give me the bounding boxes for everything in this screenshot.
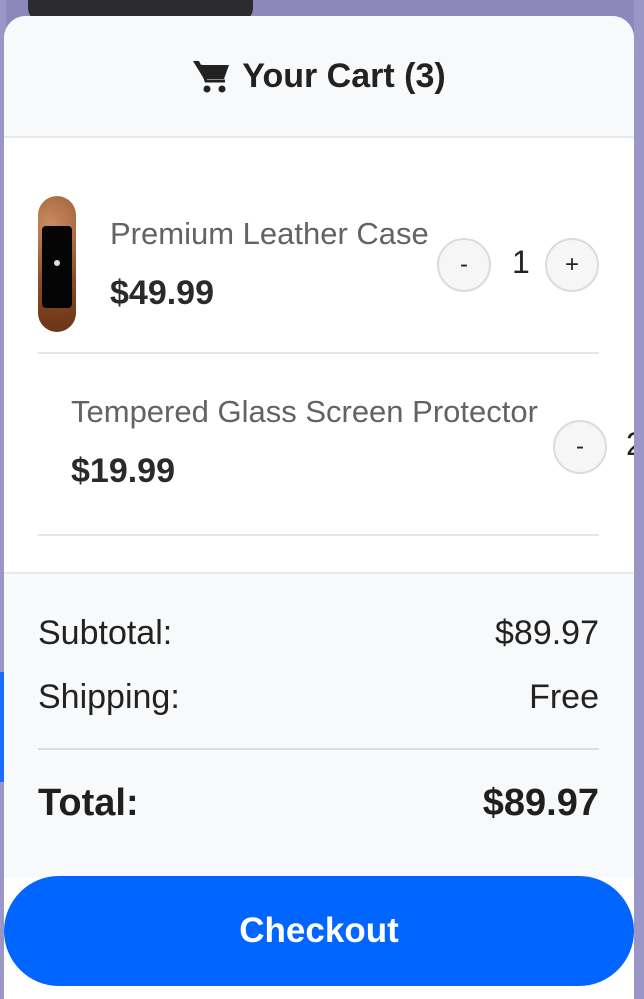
- backdrop-right-edge: [634, 0, 644, 999]
- cart-item: Tempered Glass Screen Protector $19.99 -…: [38, 354, 634, 536]
- product-thumbnail: [38, 196, 76, 332]
- item-quantity: 2: [626, 426, 634, 463]
- subtotal-value: $89.97: [495, 614, 599, 652]
- cart-header: Your Cart (3): [4, 16, 634, 138]
- logo-icon: [54, 260, 60, 266]
- item-price: $19.99: [71, 452, 175, 490]
- subtotal-row: Subtotal: $89.97: [38, 614, 599, 653]
- total-label: Total:: [38, 782, 139, 824]
- summary-divider: [38, 748, 599, 750]
- cart-item: Premium Leather Case $49.99 - 1 +: [38, 138, 599, 354]
- shipping-row: Shipping: Free: [38, 678, 599, 717]
- item-quantity: 1: [512, 244, 530, 280]
- increase-quantity-button[interactable]: +: [545, 238, 599, 292]
- decrease-quantity-button[interactable]: -: [437, 238, 491, 292]
- item-price: $49.99: [110, 274, 214, 312]
- subtotal-label: Subtotal:: [38, 614, 173, 652]
- cart-title: Your Cart (3): [192, 56, 446, 96]
- checkout-button[interactable]: Checkout: [4, 876, 634, 986]
- item-name: Tempered Glass Screen Protector: [71, 394, 538, 429]
- total-row: Total: $89.97: [38, 782, 599, 825]
- cart-panel: Your Cart (3) Premium Leather Case $49.9…: [4, 16, 634, 999]
- cart-title-text: Your Cart (3): [242, 56, 446, 95]
- decrease-quantity-button[interactable]: -: [553, 420, 607, 474]
- item-name: Premium Leather Case: [110, 216, 429, 251]
- shipping-value: Free: [529, 678, 599, 716]
- cart-icon: [193, 61, 230, 93]
- total-value: $89.97: [482, 782, 599, 824]
- order-summary: Subtotal: $89.97 Shipping: Free Total: $…: [4, 572, 634, 878]
- cart-items-list: Premium Leather Case $49.99 - 1 + Temper…: [4, 138, 634, 572]
- shipping-label: Shipping:: [38, 678, 180, 716]
